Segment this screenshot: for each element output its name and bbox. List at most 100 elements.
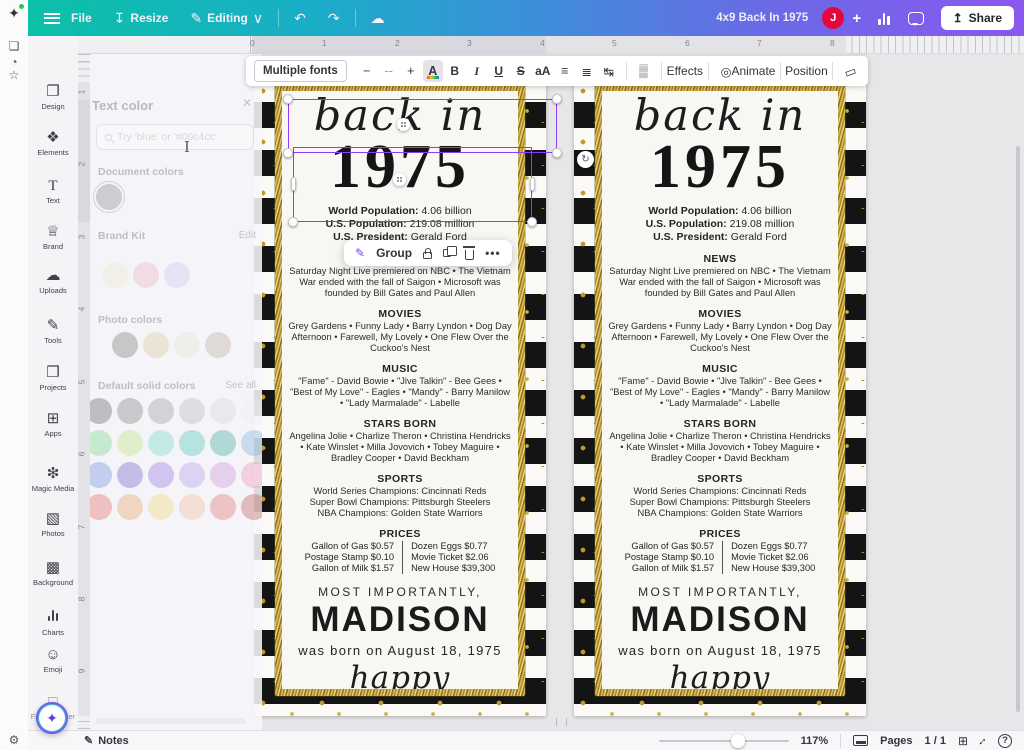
text-case-button[interactable]: aA: [533, 60, 553, 82]
color-swatch[interactable]: [112, 332, 138, 358]
more-options-icon[interactable]: •••: [485, 246, 501, 260]
selection-handle[interactable]: [527, 217, 537, 227]
poster-section-sports[interactable]: SPORTSWorld Series Champions: Cincinnati…: [282, 473, 518, 519]
comments-icon[interactable]: [908, 12, 924, 25]
color-swatch[interactable]: [117, 398, 143, 424]
poster-section-music[interactable]: MUSIC"Fame" - David Bowie • "Jive Talkin…: [602, 363, 838, 409]
color-swatch[interactable]: [179, 462, 205, 488]
zoom-level[interactable]: 117%: [801, 735, 829, 747]
selection-handle[interactable]: [288, 217, 298, 227]
font-size-value[interactable]: --: [379, 60, 399, 82]
color-swatch[interactable]: [241, 398, 262, 424]
color-swatch[interactable]: [148, 462, 174, 488]
resize-button[interactable]: ↧Resize: [103, 0, 180, 36]
grid-view-icon[interactable]: ⊞: [958, 734, 968, 748]
lock-icon[interactable]: [423, 252, 432, 259]
close-icon[interactable]: ✕: [242, 96, 252, 110]
starred-icon[interactable]: ☆: [6, 68, 22, 82]
sidebar-item-text[interactable]: TText: [28, 178, 78, 205]
poster-back-in-text[interactable]: back in: [634, 95, 806, 138]
text-color-button[interactable]: A: [423, 60, 443, 82]
duplicate-icon[interactable]: [443, 249, 451, 257]
drag-grip[interactable]: [393, 173, 406, 186]
recent-clock-icon[interactable]: ◔: [6, 55, 22, 69]
poster-happy-birthday[interactable]: happy birthday!: [602, 661, 838, 689]
selection-side-handle[interactable]: [530, 177, 535, 191]
color-swatch[interactable]: [179, 398, 205, 424]
selection-handle[interactable]: [552, 148, 562, 158]
undo-button[interactable]: ↶: [283, 0, 317, 36]
pages-button[interactable]: Pages: [880, 735, 912, 747]
cloud-save-icon[interactable]: ☁: [360, 0, 396, 36]
poster-page-right[interactable]: back in 1975 World Population: 4.06 bill…: [574, 80, 866, 716]
poster-born-line[interactable]: was born on August 18, 1975: [618, 643, 822, 658]
color-swatch[interactable]: [143, 332, 169, 358]
sidebar-item-emoji[interactable]: ☺Emoji: [28, 647, 78, 674]
color-swatch[interactable]: [205, 332, 231, 358]
color-swatch[interactable]: [210, 494, 236, 520]
zoom-slider[interactable]: [659, 740, 789, 742]
help-icon[interactable]: ?: [998, 734, 1012, 748]
redo-button[interactable]: ↷: [317, 0, 351, 36]
color-swatch[interactable]: [241, 430, 262, 456]
underline-button[interactable]: U: [489, 60, 509, 82]
group-button[interactable]: Group: [376, 246, 412, 260]
selection-box-back-in[interactable]: [288, 99, 557, 153]
color-swatch[interactable]: [90, 462, 112, 488]
sidebar-item-elements[interactable]: ❖Elements: [28, 130, 78, 157]
poster-section-stars-born[interactable]: STARS BORNAngelina Jolie • Charlize Ther…: [602, 418, 838, 464]
canvas-area[interactable]: 0 1 2 3 4 5 6 7 8 1 2 3 4 5 6 7 8 9 10: [78, 36, 1024, 730]
list-button[interactable]: ≣: [577, 60, 597, 82]
sidebar-item-charts[interactable]: Charts: [28, 608, 78, 637]
font-size-increase[interactable]: +: [401, 60, 421, 82]
brand-kit-edit-link[interactable]: Edit: [239, 230, 256, 241]
zoom-slider-knob[interactable]: [731, 734, 745, 748]
bold-button[interactable]: B: [445, 60, 465, 82]
color-swatch[interactable]: [210, 430, 236, 456]
font-selector[interactable]: Multiple fonts: [254, 60, 347, 82]
sidebar-item-uploads[interactable]: ☁Uploads: [28, 268, 78, 295]
poster-section-movies[interactable]: MOVIESGrey Gardens • Funny Lady • Barry …: [282, 308, 518, 354]
color-swatch[interactable]: [148, 494, 174, 520]
strikethrough-button[interactable]: S: [511, 60, 531, 82]
color-swatch[interactable]: [179, 430, 205, 456]
delete-icon[interactable]: [465, 250, 474, 260]
color-swatch[interactable]: [90, 398, 112, 424]
color-swatch[interactable]: [179, 494, 205, 520]
poster-name[interactable]: MADISON: [310, 602, 489, 637]
avatar[interactable]: J: [822, 7, 844, 29]
file-menu-button[interactable]: File: [60, 0, 103, 36]
color-swatch[interactable]: [210, 462, 236, 488]
color-swatch[interactable]: [210, 398, 236, 424]
drag-grip[interactable]: [397, 118, 410, 131]
effects-button[interactable]: Effects: [668, 60, 701, 82]
selection-handle[interactable]: [283, 94, 293, 104]
color-swatch[interactable]: [133, 262, 159, 288]
poster-most-importantly[interactable]: MOST IMPORTANTLY,: [318, 585, 482, 599]
poster-section-stars-born[interactable]: STARS BORNAngelina Jolie • Charlize Ther…: [282, 418, 518, 464]
paint-roller-icon[interactable]: ▭: [837, 57, 863, 85]
templates-icon[interactable]: ❏: [6, 39, 22, 53]
color-swatch[interactable]: [241, 494, 262, 520]
poster-section-prices[interactable]: PRICES Gallon of Gas $0.57Postage Stamp …: [602, 528, 838, 574]
animate-button[interactable]: Animate: [734, 60, 773, 82]
poster-stats[interactable]: World Population: 4.06 billion U.S. Popu…: [646, 205, 795, 244]
poster-section-music[interactable]: MUSIC"Fame" - David Bowie • "Jive Talkin…: [282, 363, 518, 409]
position-button[interactable]: Position: [788, 60, 826, 82]
sidebar-item-photos[interactable]: ▧Photos: [28, 511, 78, 538]
main-menu-icon[interactable]: [44, 13, 60, 24]
sidebar-item-apps[interactable]: ⊞Apps: [28, 411, 78, 438]
color-swatch[interactable]: [102, 262, 128, 288]
see-all-link[interactable]: See all: [225, 380, 256, 391]
rotate-handle[interactable]: ↻: [577, 151, 594, 168]
selection-side-handle[interactable]: [291, 177, 296, 191]
sidebar-item-projects[interactable]: ❒Projects: [28, 365, 78, 392]
share-button[interactable]: ↥Share: [941, 6, 1014, 30]
add-member-button[interactable]: +: [844, 10, 869, 27]
color-swatch[interactable]: [117, 462, 143, 488]
selection-handle[interactable]: [552, 94, 562, 104]
sparkle-home-icon[interactable]: ✦: [6, 5, 22, 22]
color-swatch[interactable]: [90, 494, 112, 520]
panel-scrollbar[interactable]: [96, 718, 246, 724]
color-swatch[interactable]: [164, 262, 190, 288]
